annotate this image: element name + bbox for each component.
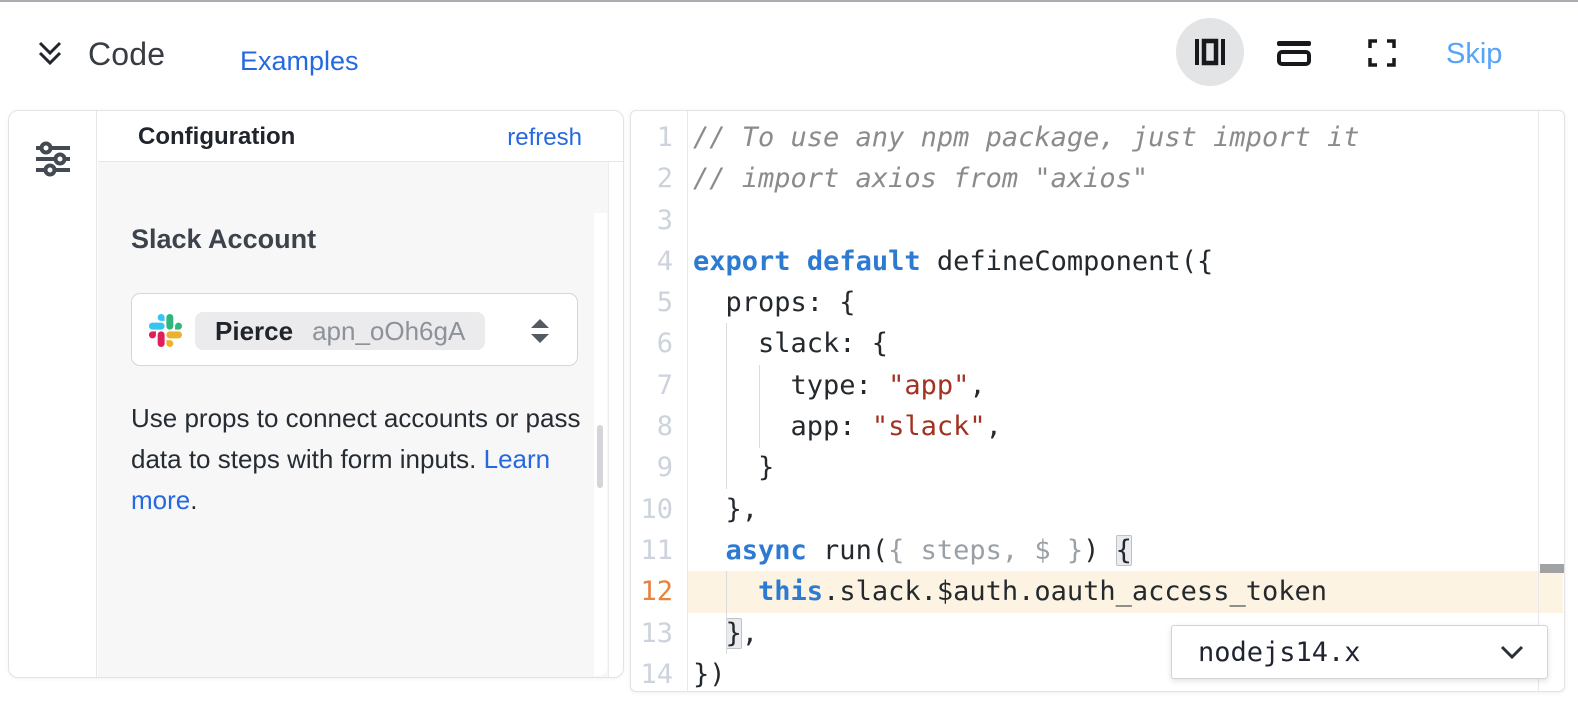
refresh-link[interactable]: refresh (507, 124, 582, 152)
runtime-select[interactable]: nodejs14.x (1171, 625, 1548, 679)
line-number: 1 (631, 117, 673, 158)
examples-link[interactable]: Examples (240, 46, 359, 77)
split-horizontal-layout-button[interactable] (1274, 35, 1314, 71)
code-token (791, 246, 807, 277)
code-line[interactable]: }, (688, 489, 1563, 530)
split-vertical-layout-icon (1191, 34, 1229, 70)
code-line[interactable]: this.slack.$auth.oauth_access_token (688, 571, 1563, 612)
sliders-icon (31, 137, 75, 181)
code-line[interactable]: export default defineComponent({ (688, 241, 1563, 282)
editor-scrollbar-thumb[interactable] (1540, 564, 1564, 573)
split-horizontal-layout-icon (1274, 35, 1314, 71)
slack-account-select[interactable]: Pierce apn_oOh6gA (131, 293, 578, 366)
line-number: 4 (631, 241, 673, 282)
configuration-scroll-track (594, 213, 607, 676)
slack-account-heading: Slack Account (131, 224, 316, 255)
line-numbers: 1234567891011121314 (631, 117, 688, 692)
line-number: 3 (631, 200, 673, 241)
line-number: 2 (631, 158, 673, 199)
code-token (693, 535, 726, 566)
code-token: }, (693, 494, 758, 525)
code-line[interactable]: } (688, 447, 1563, 488)
code-token: ) (1083, 535, 1116, 566)
code-token: run( (807, 535, 888, 566)
code-lines: // To use any npm package, just import i… (688, 117, 1563, 692)
help-suffix: . (190, 485, 197, 515)
split-vertical-layout-button[interactable] (1176, 18, 1244, 86)
code-token (693, 618, 726, 649)
runtime-label: nodejs14.x (1198, 637, 1499, 668)
configuration-title: Configuration (138, 123, 295, 151)
code-line[interactable]: async run({ steps, $ }) { (688, 530, 1563, 571)
code-token: this (758, 576, 823, 607)
code-token: props: { (693, 287, 856, 318)
line-number: 7 (631, 365, 673, 406)
code-token: // To use any npm package, just import i… (693, 122, 1359, 153)
fullscreen-button[interactable] (1362, 35, 1402, 71)
line-number: 14 (631, 654, 673, 692)
code-line[interactable]: app: "slack", (688, 406, 1563, 447)
indent-guide (726, 571, 727, 654)
code-token: } (693, 452, 774, 483)
code-token: app: (693, 411, 872, 442)
slack-icon (149, 314, 182, 347)
code-token: export (693, 246, 791, 277)
editor-scroll-track (1538, 111, 1539, 691)
code-line[interactable]: props: { (688, 282, 1563, 323)
step-title: Code (88, 36, 165, 73)
chevron-down-icon (1499, 643, 1525, 661)
props-help-text: Use props to connect accounts or pass da… (131, 398, 606, 521)
configuration-header: Configuration refresh (98, 111, 623, 162)
code-token: // import axios from "axios" (693, 163, 1148, 194)
line-number: 9 (631, 447, 673, 488)
code-token: .slack.$auth.oauth_access_token (823, 576, 1327, 607)
code-line[interactable]: // To use any npm package, just import i… (688, 117, 1563, 158)
configuration-rail (9, 111, 97, 677)
configuration-body: Slack Account Pierce apn_oOh6gA Use prop (98, 162, 609, 677)
configuration-panel: Configuration refresh Slack Account Pier… (8, 110, 624, 678)
code-token: "app" (888, 370, 969, 401)
code-token: async (726, 535, 807, 566)
code-token: , (742, 618, 758, 649)
code-token: , (969, 370, 985, 401)
header-bar: Code Examples Skip (0, 2, 1578, 96)
configuration-sliders-button[interactable] (31, 137, 75, 181)
code-token: }) (693, 659, 726, 690)
line-number: 8 (631, 406, 673, 447)
skip-link[interactable]: Skip (1446, 38, 1502, 71)
line-number: 12 (631, 571, 673, 612)
fullscreen-icon (1366, 37, 1398, 69)
code-line[interactable]: type: "app", (688, 365, 1563, 406)
code-line[interactable] (688, 200, 1563, 241)
code-token: { steps, $ } (888, 535, 1083, 566)
indent-guide (759, 365, 760, 448)
code-token: "slack" (872, 411, 986, 442)
line-number: 11 (631, 530, 673, 571)
code-line[interactable]: // import axios from "axios" (688, 158, 1563, 199)
configuration-scrollbar-thumb[interactable] (597, 425, 603, 488)
line-number: 5 (631, 282, 673, 323)
chevron-double-down-icon (32, 36, 68, 72)
code-token: } (726, 618, 742, 649)
code-token: defineComponent({ (921, 246, 1214, 277)
collapse-step-button[interactable] (32, 36, 68, 72)
code-editor: 1234567891011121314 // To use any npm pa… (630, 110, 1565, 692)
code-token: type: (693, 370, 888, 401)
code-token: default (807, 246, 921, 277)
account-name: Pierce (215, 316, 293, 347)
code-token: , (986, 411, 1002, 442)
code-line[interactable]: slack: { (688, 323, 1563, 364)
code-token: { (1116, 535, 1132, 566)
line-number: 10 (631, 489, 673, 530)
account-token: apn_oOh6gA (312, 316, 465, 347)
code-token: slack: { (693, 328, 888, 359)
line-number: 13 (631, 613, 673, 654)
page: Code Examples Skip (0, 0, 1578, 720)
selected-account: Pierce apn_oOh6gA (195, 312, 485, 350)
line-number: 6 (631, 323, 673, 364)
select-updown-icon (529, 318, 551, 344)
indent-guide (726, 323, 727, 489)
